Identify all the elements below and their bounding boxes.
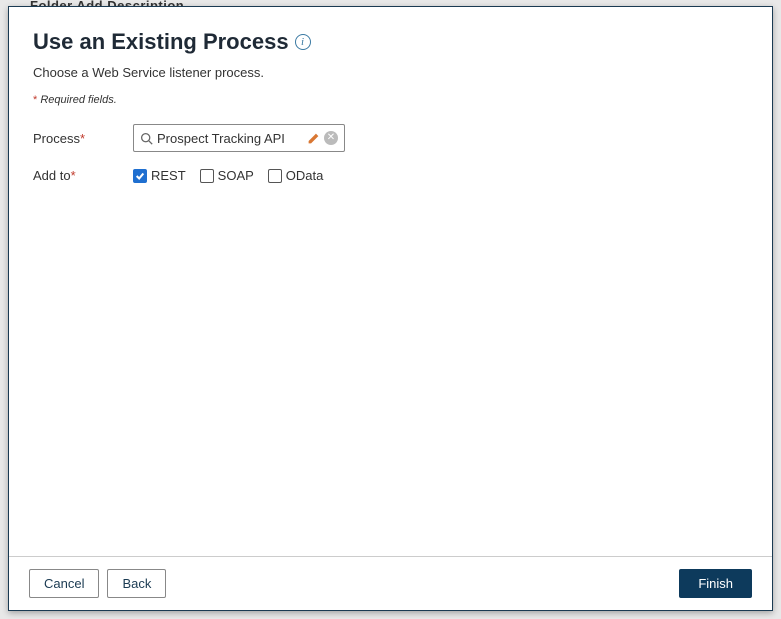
add-to-label-text: Add to bbox=[33, 168, 71, 183]
add-to-required-marker: * bbox=[71, 168, 76, 183]
process-row: Process* ✕ bbox=[33, 124, 748, 152]
checkbox-rest-label: REST bbox=[151, 168, 186, 183]
process-label-text: Process bbox=[33, 131, 80, 146]
check-icon bbox=[135, 171, 145, 181]
process-required-marker: * bbox=[80, 131, 85, 146]
process-input[interactable] bbox=[157, 131, 303, 146]
required-fields-note: * Required fields. bbox=[33, 94, 748, 106]
search-icon bbox=[140, 132, 153, 145]
required-note-text: Required fields. bbox=[37, 94, 117, 106]
title-row: Use an Existing Process i bbox=[33, 29, 748, 55]
finish-button[interactable]: Finish bbox=[679, 569, 752, 598]
modal-body: Use an Existing Process i Choose a Web S… bbox=[9, 7, 772, 556]
checkbox-odata-box bbox=[268, 169, 282, 183]
checkbox-soap-box bbox=[200, 169, 214, 183]
modal-dialog: Use an Existing Process i Choose a Web S… bbox=[8, 6, 773, 611]
process-label: Process* bbox=[33, 131, 133, 146]
add-to-label: Add to* bbox=[33, 168, 133, 183]
add-to-row: Add to* REST SOAP OData bbox=[33, 168, 748, 183]
info-icon[interactable]: i bbox=[295, 34, 311, 50]
back-button[interactable]: Back bbox=[107, 569, 166, 598]
pencil-icon[interactable] bbox=[307, 132, 320, 145]
subtitle: Choose a Web Service listener process. bbox=[33, 65, 748, 80]
checkbox-soap-label: SOAP bbox=[218, 168, 254, 183]
checkbox-soap[interactable]: SOAP bbox=[200, 168, 254, 183]
page-title: Use an Existing Process bbox=[33, 29, 289, 55]
process-picker[interactable]: ✕ bbox=[133, 124, 345, 152]
checkbox-odata-label: OData bbox=[286, 168, 324, 183]
clear-icon[interactable]: ✕ bbox=[324, 131, 338, 145]
cancel-button[interactable]: Cancel bbox=[29, 569, 99, 598]
checkbox-odata[interactable]: OData bbox=[268, 168, 324, 183]
modal-footer: Cancel Back Finish bbox=[9, 556, 772, 610]
checkbox-group: REST SOAP OData bbox=[133, 168, 323, 183]
checkbox-rest-box bbox=[133, 169, 147, 183]
checkbox-rest[interactable]: REST bbox=[133, 168, 186, 183]
